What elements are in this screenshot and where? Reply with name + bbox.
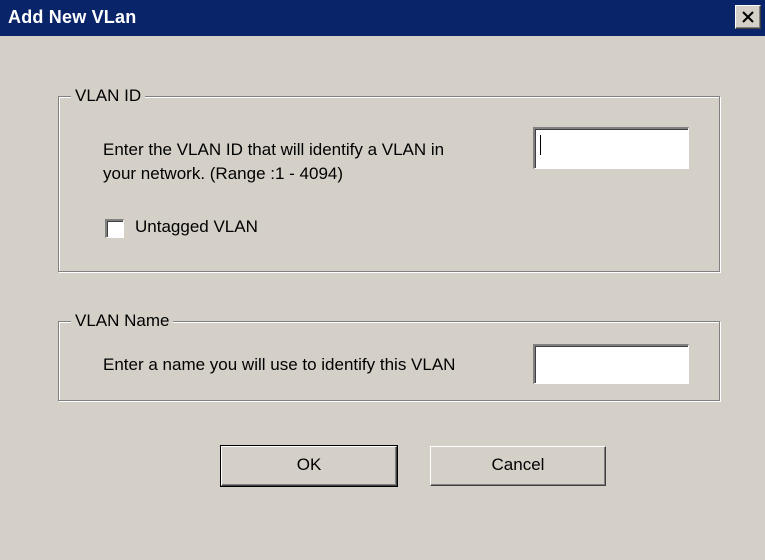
- close-icon: [742, 11, 754, 23]
- vlan-id-description-line1: Enter the VLAN ID that will identify a V…: [103, 140, 445, 159]
- close-button[interactable]: [735, 5, 761, 29]
- vlan-id-group-legend: VLAN ID: [71, 85, 146, 107]
- untagged-vlan-label[interactable]: Untagged VLAN: [135, 216, 258, 238]
- cancel-button[interactable]: Cancel: [430, 446, 606, 486]
- vlan-name-group: VLAN Name Enter a name you will use to i…: [58, 310, 720, 401]
- text-caret: [540, 135, 541, 155]
- title-bar: Add New VLan: [0, 0, 765, 36]
- add-vlan-dialog: Add New VLan VLAN ID Enter the VLAN ID t…: [0, 0, 765, 560]
- dialog-title: Add New VLan: [8, 7, 137, 27]
- vlan-name-input[interactable]: [533, 344, 689, 384]
- ok-button[interactable]: OK: [220, 445, 398, 487]
- untagged-vlan-checkbox[interactable]: [105, 219, 124, 238]
- vlan-name-group-legend: VLAN Name: [71, 310, 174, 332]
- vlan-id-group: VLAN ID Enter the VLAN ID that will iden…: [58, 85, 720, 272]
- vlan-id-input[interactable]: [533, 127, 689, 169]
- vlan-id-description-line2: your network. (Range :1 - 4094): [103, 164, 344, 183]
- vlan-name-description: Enter a name you will use to identify th…: [103, 355, 456, 374]
